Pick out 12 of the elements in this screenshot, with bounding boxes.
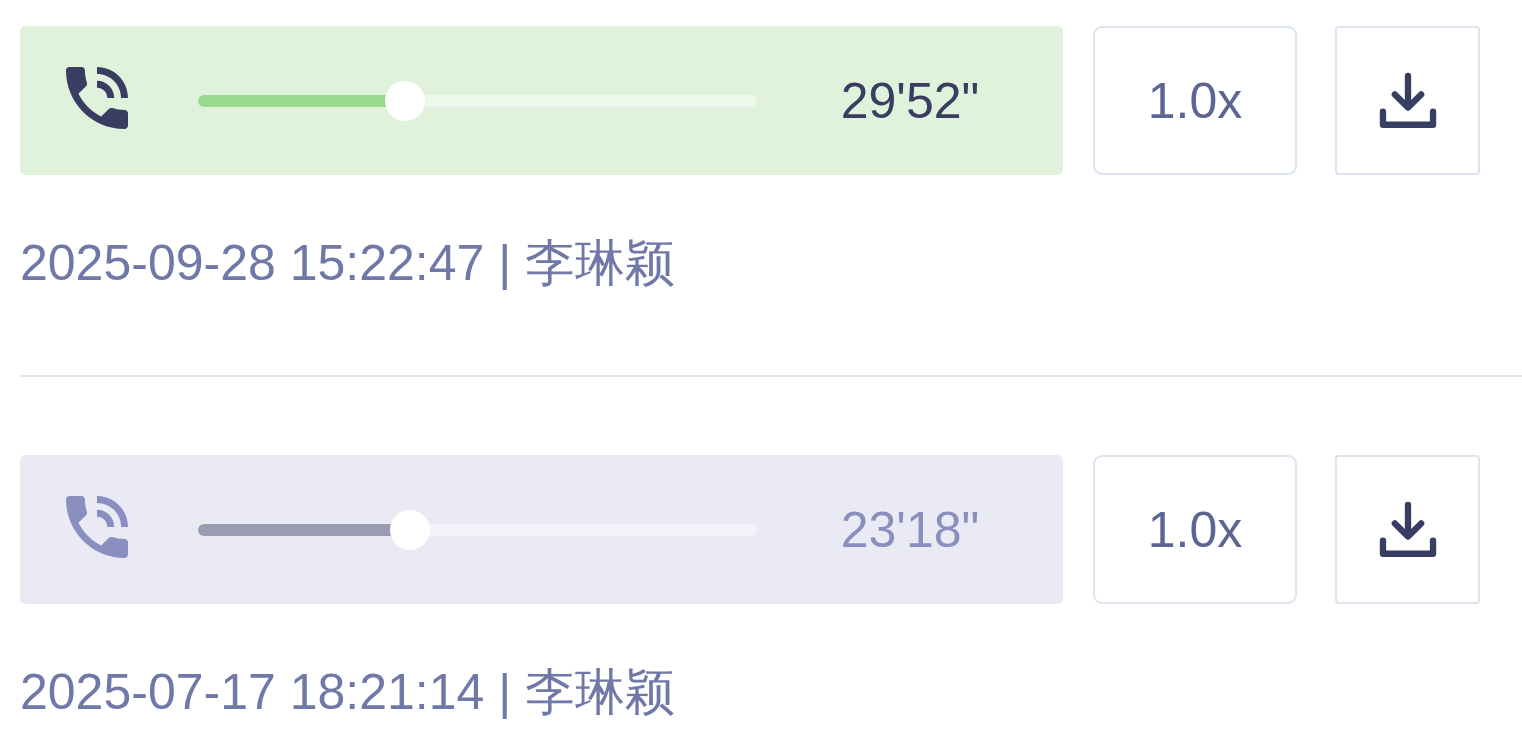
call-info-text: 2025-09-28 15:22:47 | 李琳颖 <box>20 234 676 293</box>
phone-icon <box>66 495 128 558</box>
call-info-text: 2025-07-17 18:21:14 | 李琳颖 <box>20 663 676 722</box>
duration-text: 29'52" <box>840 71 980 131</box>
download-button[interactable] <box>1335 26 1480 175</box>
playback-speed-button[interactable]: 1.0x <box>1093 455 1297 604</box>
duration-text: 23'18" <box>840 500 980 560</box>
progress-slider[interactable] <box>198 509 757 550</box>
download-button[interactable] <box>1335 455 1480 604</box>
playback-speed-button[interactable]: 1.0x <box>1093 26 1297 175</box>
phone-icon <box>66 66 128 129</box>
progress-slider[interactable] <box>198 80 757 121</box>
